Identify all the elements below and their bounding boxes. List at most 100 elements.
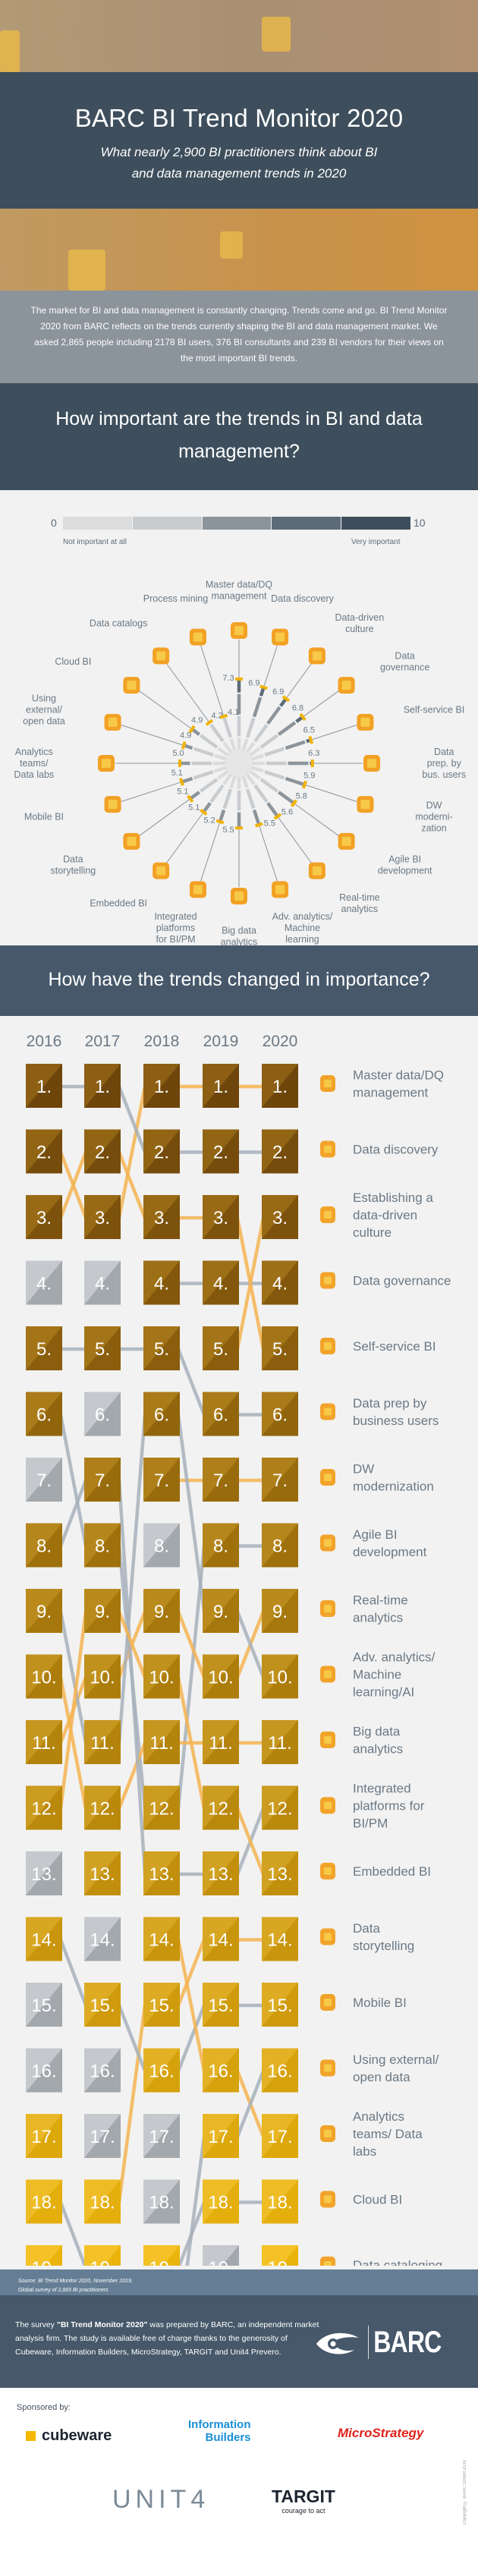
- rank-number: 17.: [208, 2127, 233, 2147]
- spoke-connector: [139, 690, 192, 729]
- rank-box: 6.: [262, 1392, 298, 1436]
- trend-label: data-driven: [353, 1208, 417, 1222]
- icon-detail: [324, 1736, 332, 1744]
- scale-segment: [341, 517, 410, 530]
- rank-number: 6.: [272, 1405, 288, 1426]
- rank-number: 1.: [213, 1077, 228, 1097]
- rank-box: 6.: [143, 1392, 180, 1436]
- rank-connector: [61, 1480, 86, 1546]
- spoke-connector: [305, 785, 357, 801]
- rank-number: 19.: [90, 2258, 115, 2266]
- trend-label: business users: [353, 1414, 439, 1428]
- radial-spoke: 4.9Usingexternal/open data: [23, 694, 234, 762]
- hero-top-band: [0, 0, 478, 72]
- spoke-connector: [278, 816, 312, 863]
- importance-scale: 0 10 Not important at all Very important: [0, 490, 478, 551]
- rank-number: 2.: [95, 1143, 110, 1163]
- value-bar-segment: [254, 697, 260, 716]
- about-panel: The survey "BI Trend Monitor 2020" was p…: [0, 2295, 478, 2388]
- rank-number: 10.: [149, 1668, 174, 1688]
- trend-label: Machine: [353, 1668, 401, 1682]
- mobile-chart-icon: [105, 796, 121, 813]
- rank-number: 10.: [90, 1668, 115, 1688]
- network-icon: [190, 881, 206, 898]
- icon-detail: [360, 718, 370, 727]
- rank-box: 8.: [26, 1524, 62, 1568]
- rank-box: 11.: [203, 1720, 239, 1764]
- tools-head-icon: [320, 1338, 335, 1354]
- category-label: external/: [26, 705, 62, 716]
- value-label: 6.3: [308, 749, 319, 758]
- trend-label: Integrated: [353, 1782, 411, 1796]
- trend-label: management: [353, 1086, 429, 1100]
- rank-number: 3.: [213, 1208, 228, 1228]
- value-label: 5.6: [281, 807, 293, 816]
- rank-number: 17.: [31, 2127, 56, 2147]
- trend-label: analytics: [353, 1611, 403, 1625]
- barc-logo[interactable]: BARC: [315, 2326, 460, 2359]
- eye-logo-icon: [315, 2327, 362, 2357]
- rank-box: 17.: [203, 2114, 239, 2158]
- about-text: The survey "BI Trend Monitor 2020" was p…: [15, 2318, 326, 2359]
- icon-detail: [324, 1342, 332, 1350]
- value-bar-segment: [261, 735, 278, 747]
- rank-box: 1.: [203, 1064, 239, 1108]
- rank-number: 14.: [149, 1930, 174, 1951]
- rank-box: 10.: [84, 1655, 121, 1699]
- unit4-name: UNIT4: [112, 2485, 209, 2514]
- radial-spoke: 5.6Real-timeanalytics: [242, 768, 380, 914]
- radial-importance-chart: 7.3Master data/DQmanagement6.9Data disco…: [0, 551, 478, 945]
- value-marker: [310, 736, 312, 744]
- category-label: analytics: [221, 936, 258, 945]
- category-label: Analytics: [15, 747, 53, 757]
- rank-box: 13.: [84, 1851, 121, 1895]
- category-label: Data: [434, 747, 454, 757]
- value-bar-segment: [184, 746, 192, 748]
- rank-number: 3.: [95, 1208, 110, 1228]
- eye-magnifier-icon: [272, 629, 288, 646]
- rank-box-excluded: 17.: [143, 2114, 180, 2158]
- rank-box: 15.: [143, 1983, 180, 2027]
- value-bar-segment: [191, 792, 200, 798]
- category-label: open data: [23, 716, 65, 727]
- rank-number: 16.: [267, 2062, 292, 2082]
- icon-detail: [367, 759, 376, 768]
- microstrategy-logo[interactable]: MicroStrategy: [338, 2426, 423, 2441]
- icon-detail: [234, 892, 244, 901]
- spoke-connector: [121, 725, 184, 746]
- rank-box: 3.: [262, 1195, 298, 1239]
- value-label: 7.3: [222, 674, 234, 683]
- rank-number: 17.: [149, 2127, 174, 2147]
- targit-logo[interactable]: TARGIT courage to act: [272, 2486, 335, 2515]
- rank-number: 19.: [208, 2258, 233, 2266]
- value-bar-segment: [225, 789, 231, 808]
- rank-box: 12.: [84, 1786, 121, 1830]
- spoke-connector: [121, 782, 181, 802]
- trend-label: Data cataloging: [353, 2258, 442, 2266]
- rank-connector: [61, 1612, 86, 1809]
- cubeware-logo[interactable]: cubeware: [26, 2427, 112, 2445]
- rank-connector: [178, 2005, 204, 2071]
- rank-box: 19.: [143, 2245, 180, 2266]
- category-label: learning: [285, 934, 319, 945]
- icon-detail: [324, 2130, 332, 2137]
- rank-box: 13.: [143, 1851, 180, 1895]
- rank-box: 11.: [84, 1720, 121, 1764]
- unit4-logo[interactable]: UNIT4: [112, 2485, 209, 2515]
- value-marker: [256, 823, 263, 826]
- value-label: 5.5: [222, 826, 234, 835]
- radial-spoke: 6.8Datagovernance: [244, 651, 430, 760]
- page-subtitle: What nearly 2,900 BI practitioners think…: [0, 142, 478, 184]
- catalog-book-icon: [153, 647, 169, 664]
- rank-number: 13.: [149, 1864, 174, 1885]
- value-label: 5.1: [188, 804, 200, 813]
- year-header: 2019: [203, 1033, 239, 1050]
- trend-label: Embedded BI: [353, 1864, 431, 1879]
- value-marker: [216, 820, 224, 822]
- information-builders-logo[interactable]: Information Builders: [188, 2418, 251, 2444]
- category-label: Machine: [285, 923, 320, 933]
- rank-box: 8.: [84, 1524, 121, 1568]
- rank-number: 19.: [31, 2258, 56, 2266]
- radial-spoke: 5.5Adv. analytics/Machinelearning: [241, 769, 333, 945]
- spoke-connector: [311, 725, 357, 741]
